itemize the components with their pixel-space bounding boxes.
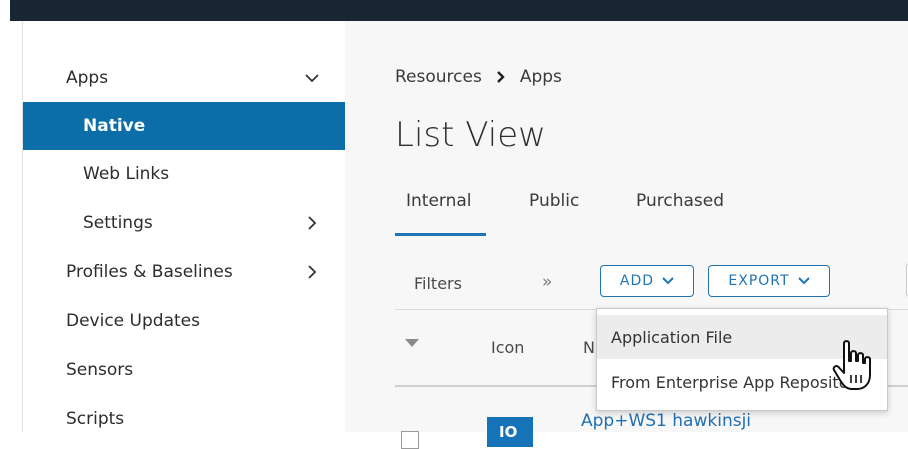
row-checkbox[interactable] (401, 431, 419, 449)
sidebar-item-native[interactable]: Native (23, 102, 345, 150)
sidebar-item-label: Web Links (83, 164, 170, 184)
menu-item-label: From Enterprise App Reposito (611, 372, 849, 392)
add-button-label: ADD (619, 273, 655, 289)
sidebar-item-apps[interactable]: Apps (23, 54, 345, 102)
sidebar-item-device-updates[interactable]: Device Updates (23, 297, 345, 345)
tab-internal[interactable]: Internal (406, 191, 472, 211)
active-tab-indicator (395, 233, 486, 236)
add-button[interactable]: ADD (600, 265, 694, 297)
sidebar-item-profiles-baselines[interactable]: Profiles & Baselines (23, 248, 345, 296)
sidebar-item-label: Native (83, 116, 146, 136)
sidebar-item-label: Profiles & Baselines (66, 262, 233, 282)
filters-label[interactable]: Filters (414, 274, 462, 293)
sidebar-item-label: Settings (83, 213, 153, 233)
sidebar-item-label: Scripts (66, 409, 125, 429)
sidebar-item-settings[interactable]: Settings (23, 199, 345, 247)
column-header-name[interactable]: N (583, 338, 595, 357)
toolbar: Filters » ADD EXPORT (395, 257, 908, 310)
tab-purchased[interactable]: Purchased (636, 191, 724, 211)
chevron-right-icon (496, 70, 506, 84)
menu-item-label: Application File (611, 327, 733, 347)
select-all-toggle-icon[interactable] (405, 339, 419, 347)
chevron-down-icon (304, 70, 320, 86)
app-icon-text: IO (499, 423, 518, 441)
export-button-label: EXPORT (728, 273, 790, 289)
sidebar-item-scripts[interactable]: Scripts (23, 395, 345, 443)
breadcrumb: Resources Apps (395, 67, 562, 87)
page-title: List View (395, 115, 546, 155)
tab-public[interactable]: Public (529, 191, 579, 211)
chevron-down-icon (797, 273, 810, 289)
chevron-right-icon (304, 215, 320, 231)
sidebar: Apps Native Web Links Settings Profiles … (22, 21, 346, 432)
expand-filters-icon[interactable]: » (542, 272, 552, 292)
hand-pointer-cursor-icon (830, 339, 878, 393)
chevron-down-icon (662, 273, 674, 289)
left-gutter (0, 21, 22, 432)
app-name-link[interactable]: App+WS1 hawkinsji (581, 411, 751, 431)
top-bar (10, 0, 908, 21)
sidebar-item-web-links[interactable]: Web Links (23, 150, 345, 198)
app-icon: IO (487, 417, 533, 447)
sidebar-item-label: Device Updates (66, 311, 200, 331)
chevron-right-icon (304, 264, 320, 280)
sidebar-item-label: Apps (66, 68, 109, 88)
breadcrumb-apps[interactable]: Apps (520, 67, 562, 87)
export-button[interactable]: EXPORT (708, 265, 830, 297)
breadcrumb-resources[interactable]: Resources (395, 67, 482, 87)
sidebar-item-sensors[interactable]: Sensors (23, 346, 345, 394)
column-header-icon[interactable]: Icon (491, 338, 524, 357)
sidebar-item-label: Sensors (66, 360, 134, 380)
